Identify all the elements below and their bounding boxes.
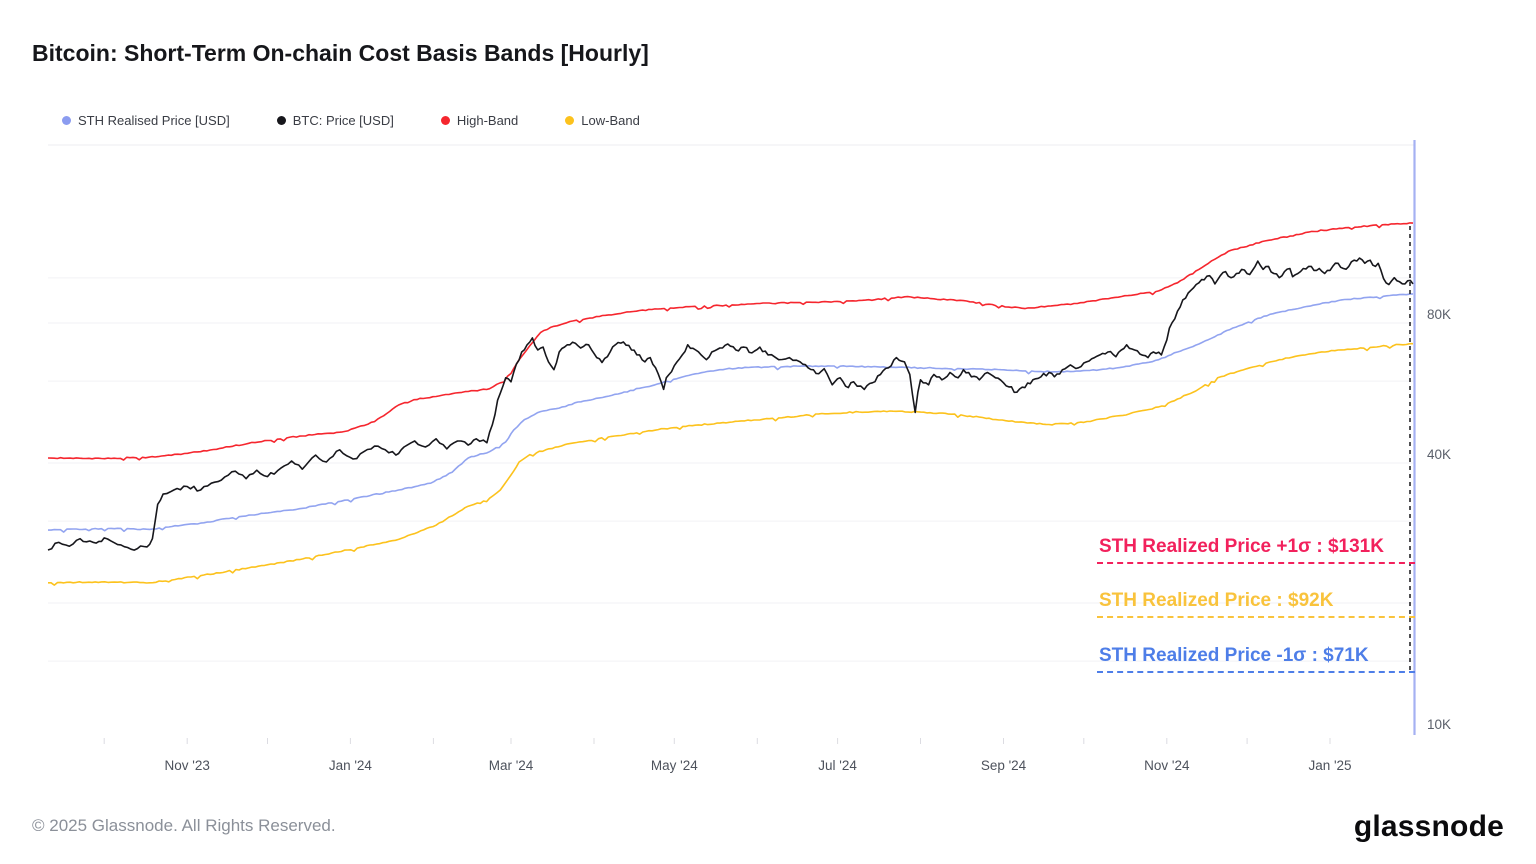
price-chart-canvas[interactable]: Nov '23 Jan '24 Mar '24 May '24 Jul '24 Sep '…	[0, 0, 1536, 864]
copyright-text: © 2025 Glassnode. All Rights Reserved.	[32, 816, 336, 836]
x-axis-label: Sep '24	[981, 758, 1027, 773]
annotation-sth-realized-price: STH Realized Price : $92K	[1097, 590, 1415, 618]
glassnode-chart-page: Bitcoin: Short-Term On-chain Cost Basis …	[0, 0, 1536, 864]
high-band-line	[48, 223, 1413, 460]
x-axis-label: May '24	[651, 758, 698, 773]
annotation-sth-minus-1-sigma: STH Realized Price -1σ : $71K	[1097, 645, 1415, 673]
x-axis-label: Jul '24	[818, 758, 857, 773]
glassnode-logo: glassnode	[1354, 810, 1504, 844]
x-axis-label: Nov '23	[165, 758, 210, 773]
x-axis-label: Jan '24	[329, 758, 373, 773]
y-axis-label: 10K	[1427, 717, 1451, 732]
x-axis-label: Mar '24	[489, 758, 534, 773]
x-axis-label: Jan '25	[1308, 758, 1351, 773]
sth-realised-price-line	[48, 294, 1413, 532]
annotation-sth-plus-1-sigma: STH Realized Price +1σ : $131K	[1097, 536, 1415, 564]
y-axis-label: 80K	[1427, 307, 1451, 322]
x-axis-label: Nov '24	[1144, 758, 1190, 773]
btc-price-line	[48, 258, 1413, 550]
y-axis-label: 40K	[1427, 447, 1451, 462]
